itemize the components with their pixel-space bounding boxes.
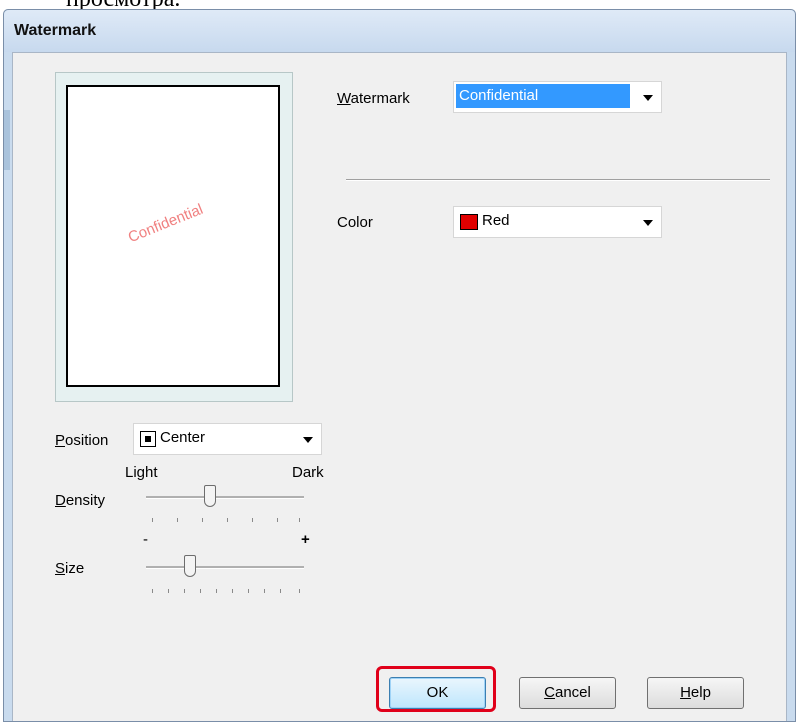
density-label-rest: ensity: [65, 492, 106, 509]
position-label-mnemonic: P: [55, 432, 66, 449]
density-min-label: Light: [125, 464, 158, 481]
density-tick: [152, 518, 153, 522]
density-tick: [252, 518, 253, 522]
size-tick: [216, 589, 217, 593]
size-label-rest: ize: [65, 560, 85, 577]
size-tick: [200, 589, 201, 593]
position-select[interactable]: Center: [133, 423, 322, 455]
density-tick: [202, 518, 203, 522]
watermark-label-mnemonic: W: [337, 90, 351, 107]
red-swatch-icon: [460, 214, 478, 230]
help-button-mnemonic: H: [680, 684, 691, 701]
size-label-mnemonic: S: [55, 560, 66, 577]
density-tick: [277, 518, 278, 522]
density-slider-thumb[interactable]: [204, 485, 216, 507]
watermark-label: Watermark: [337, 90, 410, 107]
color-label: Color: [337, 214, 373, 231]
size-tick: [299, 589, 300, 593]
position-label: Position: [55, 432, 108, 449]
title-bar[interactable]: Watermark: [4, 10, 795, 52]
dialog-title: Watermark: [14, 22, 97, 39]
watermark-select[interactable]: Confidential: [453, 81, 662, 113]
size-tick: [168, 589, 169, 593]
cancel-button[interactable]: Cancel: [519, 677, 616, 709]
size-max-label: +: [301, 531, 310, 548]
size-slider-track[interactable]: [146, 566, 304, 569]
size-tick: [264, 589, 265, 593]
size-min-label: -: [143, 531, 148, 548]
position-selected-value: Center: [160, 429, 206, 446]
size-slider-thumb[interactable]: [184, 555, 196, 577]
density-label-mnemonic: D: [55, 492, 66, 509]
density-slider-track[interactable]: [146, 496, 304, 499]
preview-frame: Confidential: [55, 72, 293, 402]
density-tick: [177, 518, 178, 522]
density-tick: [299, 518, 300, 522]
chevron-down-icon[interactable]: [303, 437, 313, 443]
color-selected-value: Red: [482, 212, 510, 229]
size-label: Size: [55, 560, 84, 577]
help-button-rest: elp: [690, 684, 711, 701]
size-tick: [280, 589, 281, 593]
position-label-rest: osition: [65, 432, 109, 449]
dialog-client-area: Confidential Watermark Confidential Colo…: [12, 52, 787, 721]
size-tick: [184, 589, 185, 593]
preview-watermark-text: Confidential: [125, 200, 206, 247]
watermark-label-rest: atermark: [350, 90, 410, 107]
density-max-label: Dark: [292, 464, 324, 481]
watermark-selected-highlight: Confidential: [456, 84, 630, 108]
watermark-dialog: Watermark Confidential Watermark Confide…: [3, 9, 796, 722]
cancel-button-mnemonic: C: [544, 684, 555, 701]
chevron-down-icon[interactable]: [643, 95, 653, 101]
preview-page: Confidential: [66, 85, 280, 387]
size-tick: [248, 589, 249, 593]
density-label: Density: [55, 492, 105, 509]
section-separator: [346, 179, 770, 181]
watermark-selected-value: Confidential: [459, 87, 539, 104]
window-edge: [4, 110, 10, 170]
size-tick: [152, 589, 153, 593]
density-tick: [227, 518, 228, 522]
size-tick: [232, 589, 233, 593]
chevron-down-icon[interactable]: [643, 220, 653, 226]
center-position-icon: [140, 431, 156, 447]
color-select[interactable]: Red: [453, 206, 662, 238]
help-button[interactable]: Help: [647, 677, 744, 709]
ok-button-highlight: [376, 666, 496, 712]
cancel-button-rest: ancel: [554, 684, 591, 701]
